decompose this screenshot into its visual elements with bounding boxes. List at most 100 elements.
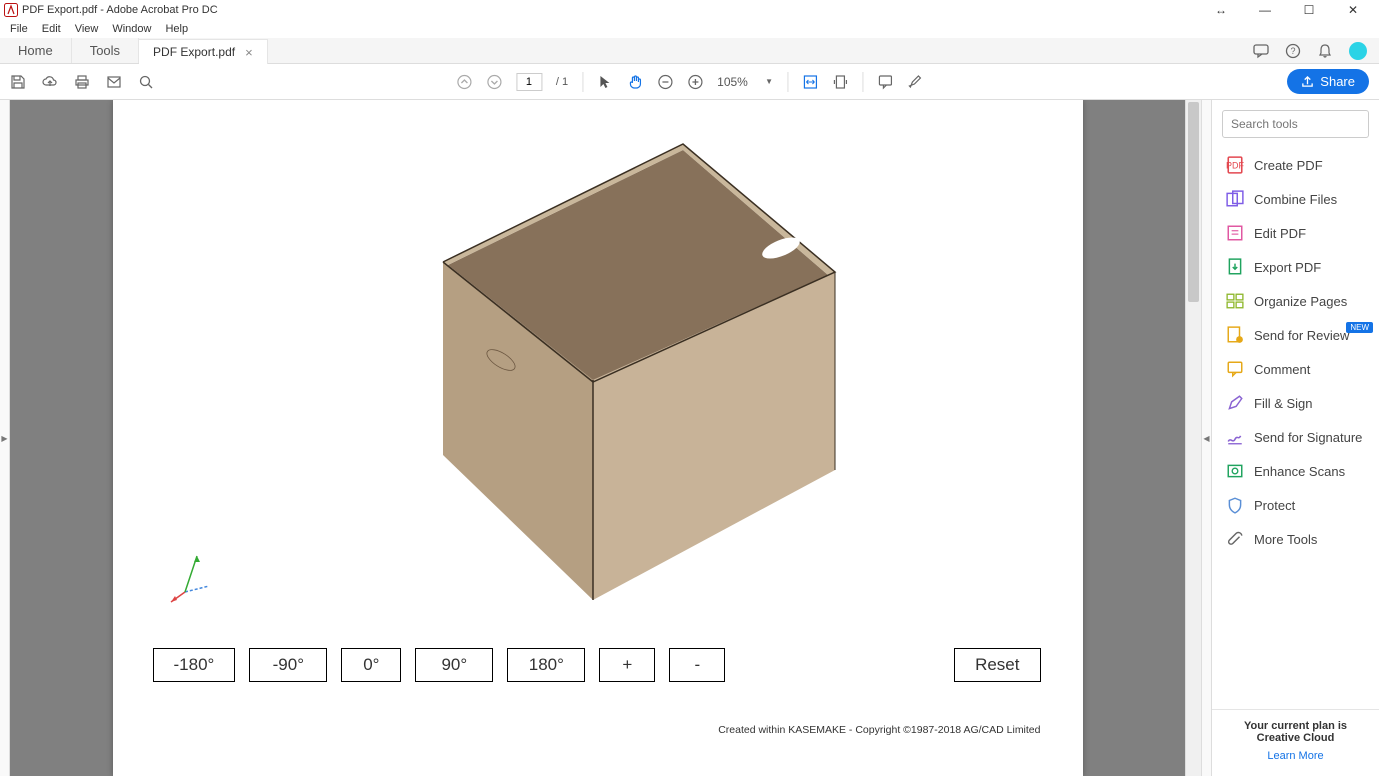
angle-btn-plus[interactable]: + <box>599 648 655 682</box>
tool-label: Combine Files <box>1254 192 1337 207</box>
select-tool-icon[interactable] <box>597 74 613 90</box>
scrollbar-thumb[interactable] <box>1188 102 1199 302</box>
page-number-input[interactable] <box>516 73 542 91</box>
page-up-icon[interactable] <box>456 74 472 90</box>
tab-tools[interactable]: Tools <box>72 38 139 63</box>
tools-panel: PDF Create PDF Combine Files Edit PDF Export… <box>1211 100 1379 776</box>
save-icon[interactable] <box>10 74 26 90</box>
tool-more-tools[interactable]: More Tools <box>1212 522 1379 556</box>
angle-btn-0[interactable]: 0° <box>341 648 401 682</box>
share-label: Share <box>1320 74 1355 89</box>
window-maximize-button[interactable]: ☐ <box>1287 0 1331 20</box>
fit-width-icon[interactable] <box>802 74 818 90</box>
tool-send-for-review[interactable]: Send for ReviewNEW <box>1212 318 1379 352</box>
zoom-value[interactable]: 105% <box>717 75 751 89</box>
menu-help[interactable]: Help <box>159 23 194 35</box>
zoom-out-icon[interactable] <box>657 74 673 90</box>
tool-label: Protect <box>1254 498 1295 513</box>
tools-list: PDF Create PDF Combine Files Edit PDF Export… <box>1212 144 1379 709</box>
tool-icon <box>1226 190 1244 208</box>
tool-label: Edit PDF <box>1254 226 1306 241</box>
tool-create-pdf[interactable]: PDF Create PDF <box>1212 148 1379 182</box>
tool-protect[interactable]: Protect <box>1212 488 1379 522</box>
cloud-upload-icon[interactable] <box>42 74 58 90</box>
comment-icon[interactable] <box>877 74 893 90</box>
page-down-icon[interactable] <box>486 74 502 90</box>
menu-file[interactable]: File <box>4 23 34 35</box>
chat-icon[interactable] <box>1253 43 1269 59</box>
tool-icon <box>1226 326 1244 344</box>
tool-fill-sign[interactable]: Fill & Sign <box>1212 386 1379 420</box>
left-panel-toggle[interactable]: ▶ <box>0 100 10 776</box>
tool-icon <box>1226 462 1244 480</box>
window-minimize-button[interactable]: — <box>1243 0 1287 20</box>
tool-label: More Tools <box>1254 532 1317 547</box>
reset-button[interactable]: Reset <box>954 648 1040 682</box>
zoom-dropdown-icon[interactable]: ▼ <box>765 77 773 86</box>
angle-btn-minus[interactable]: - <box>669 648 725 682</box>
vertical-scrollbar[interactable] <box>1185 100 1201 776</box>
user-avatar[interactable] <box>1349 42 1367 60</box>
tool-icon <box>1226 530 1244 548</box>
tool-label: Fill & Sign <box>1254 396 1313 411</box>
tool-label: Comment <box>1254 362 1310 377</box>
svg-text:?: ? <box>1290 46 1295 56</box>
tab-document[interactable]: PDF Export.pdf × <box>139 39 268 64</box>
hand-tool-icon[interactable] <box>627 74 643 90</box>
menubar: File Edit View Window Help <box>0 20 1379 38</box>
plan-info: Your current plan is Creative Cloud Lear… <box>1212 709 1379 776</box>
menu-edit[interactable]: Edit <box>36 23 67 35</box>
document-viewport[interactable]: -180° -90° 0° 90° 180° + - Reset Created… <box>10 100 1185 776</box>
tool-combine-files[interactable]: Combine Files <box>1212 182 1379 216</box>
window-titlebar: PDF Export.pdf - Adobe Acrobat Pro DC ↔ … <box>0 0 1379 20</box>
zoom-in-icon[interactable] <box>687 74 703 90</box>
share-upload-icon <box>1301 75 1314 88</box>
right-panel-toggle[interactable]: ◀ <box>1201 100 1211 776</box>
new-badge: NEW <box>1346 322 1373 333</box>
menu-window[interactable]: Window <box>106 23 157 35</box>
tool-organize-pages[interactable]: Organize Pages <box>1212 284 1379 318</box>
tool-icon <box>1226 258 1244 276</box>
window-controls: ↔ — ☐ ✕ <box>1199 0 1375 20</box>
highlight-icon[interactable] <box>907 74 923 90</box>
tab-row: Home Tools PDF Export.pdf × ? <box>0 38 1379 64</box>
plan-text: Your current plan is Creative Cloud <box>1228 720 1363 744</box>
tool-icon <box>1226 394 1244 412</box>
toolbar: / 1 105% ▼ Share <box>0 64 1379 100</box>
tool-label: Organize Pages <box>1254 294 1347 309</box>
search-icon[interactable] <box>138 74 154 90</box>
tool-label: Send for Signature <box>1254 430 1362 445</box>
tab-close-icon[interactable]: × <box>245 45 253 60</box>
help-icon[interactable]: ? <box>1285 43 1301 59</box>
tool-export-pdf[interactable]: Export PDF <box>1212 250 1379 284</box>
angle-button-row: -180° -90° 0° 90° 180° + - <box>153 648 726 682</box>
angle-btn-neg90[interactable]: -90° <box>249 648 327 682</box>
tool-send-for-signature[interactable]: Send for Signature <box>1212 420 1379 454</box>
print-icon[interactable] <box>74 74 90 90</box>
tool-label: Send for Review <box>1254 328 1349 343</box>
tool-label: Create PDF <box>1254 158 1323 173</box>
tool-comment[interactable]: Comment <box>1212 352 1379 386</box>
axis-gizmo <box>167 552 215 604</box>
app-icon <box>4 3 18 17</box>
share-button[interactable]: Share <box>1287 69 1369 94</box>
menu-view[interactable]: View <box>69 23 105 35</box>
learn-more-link[interactable]: Learn More <box>1228 750 1363 762</box>
email-icon[interactable] <box>106 74 122 90</box>
window-close-button[interactable]: ✕ <box>1331 0 1375 20</box>
tab-home[interactable]: Home <box>0 38 72 63</box>
angle-btn-neg180[interactable]: -180° <box>153 648 236 682</box>
fit-page-icon[interactable] <box>832 74 848 90</box>
tool-icon <box>1226 292 1244 310</box>
tool-icon <box>1226 224 1244 242</box>
tool-enhance-scans[interactable]: Enhance Scans <box>1212 454 1379 488</box>
page-total: / 1 <box>556 76 568 88</box>
angle-btn-90[interactable]: 90° <box>415 648 493 682</box>
tool-edit-pdf[interactable]: Edit PDF <box>1212 216 1379 250</box>
notifications-icon[interactable] <box>1317 43 1333 59</box>
tab-document-label: PDF Export.pdf <box>153 45 235 59</box>
tools-search-input[interactable] <box>1222 110 1369 138</box>
window-fullwidth-button[interactable]: ↔ <box>1199 0 1243 20</box>
angle-btn-180[interactable]: 180° <box>507 648 585 682</box>
svg-text:PDF: PDF <box>1226 160 1244 170</box>
